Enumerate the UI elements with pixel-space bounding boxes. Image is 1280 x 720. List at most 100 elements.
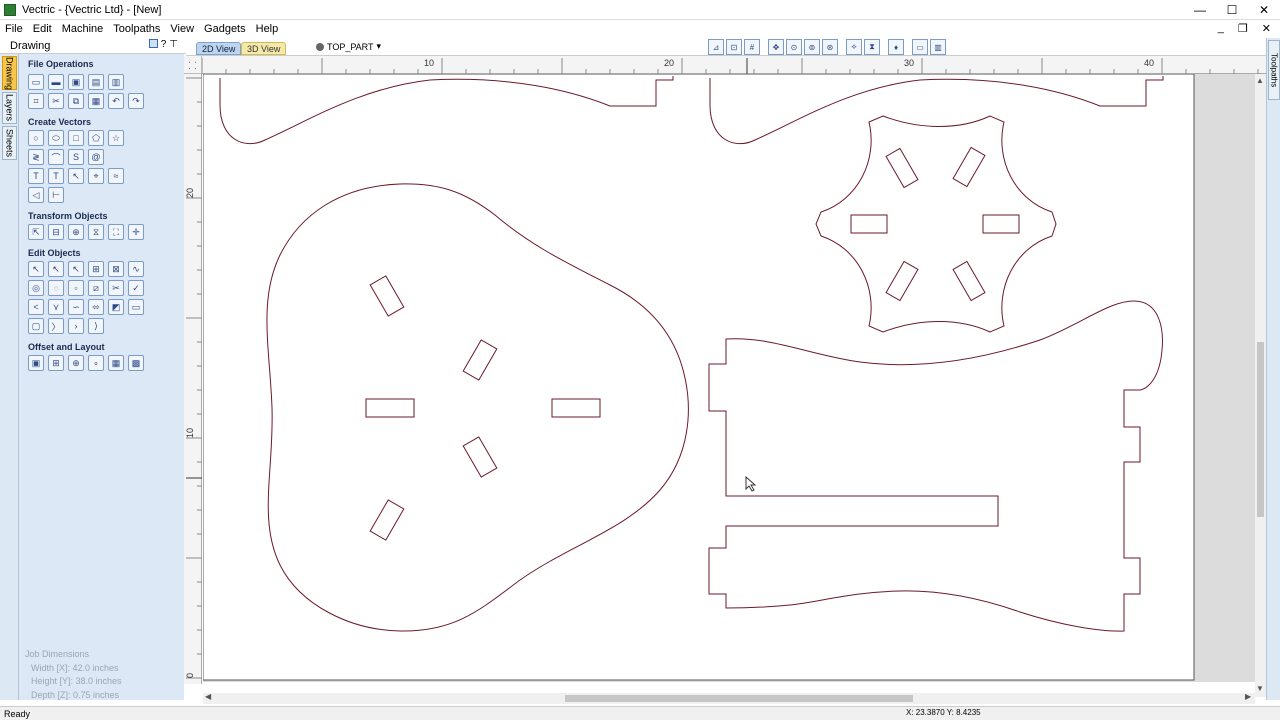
copy-along-vector-icon[interactable]: ∘: [88, 355, 104, 371]
toolpath-preview-icon[interactable]: ♦: [888, 39, 904, 55]
circle-icon[interactable]: ○: [28, 130, 44, 146]
menu-edit[interactable]: Edit: [28, 23, 57, 35]
tab-toolpaths[interactable]: Toolpaths: [1268, 40, 1280, 100]
maximize-button[interactable]: ☐: [1216, 0, 1248, 20]
mirror-icon[interactable]: ⧖: [88, 224, 104, 240]
group-icon[interactable]: ⊠: [108, 261, 124, 277]
close-button[interactable]: ✕: [1248, 0, 1280, 20]
drawing-canvas[interactable]: [203, 74, 1255, 682]
vertical-scrollbar[interactable]: ▲ ▼: [1255, 74, 1266, 697]
move-icon[interactable]: ⇱: [28, 224, 44, 240]
toggle-vectors-icon[interactable]: ⧗: [864, 39, 880, 55]
panel-layout-icon[interactable]: [148, 39, 158, 48]
curve-fit-icon[interactable]: ∽: [68, 299, 84, 315]
split-view-icon[interactable]: ▭: [912, 39, 928, 55]
scroll-down-icon[interactable]: ▼: [1256, 684, 1264, 693]
rectangle-icon[interactable]: □: [68, 130, 84, 146]
scroll-right-icon[interactable]: ▶: [1245, 692, 1251, 701]
curve-icon[interactable]: S: [68, 149, 84, 165]
text-icon[interactable]: T: [28, 168, 44, 184]
dimension-icon[interactable]: ◁: [28, 187, 44, 203]
polyline-icon[interactable]: ≷: [28, 149, 44, 165]
menu-machine[interactable]: Machine: [57, 23, 109, 35]
nest-parts-icon[interactable]: ▭: [128, 299, 144, 315]
arc-icon[interactable]: ⌒: [48, 149, 64, 165]
offset-icon[interactable]: ▣: [28, 355, 44, 371]
paste-icon[interactable]: ▦: [88, 93, 104, 109]
scissors-icon[interactable]: ✂: [108, 280, 124, 296]
doc-minimize-button[interactable]: _: [1213, 22, 1229, 35]
zoom-selected-icon[interactable]: ⊛: [822, 39, 838, 55]
align-icon[interactable]: ⊟: [48, 224, 64, 240]
minimize-button[interactable]: —: [1184, 0, 1216, 20]
ruler-origin-icon[interactable]: ⸬: [184, 56, 202, 74]
zoom-all-icon[interactable]: ⊚: [804, 39, 820, 55]
tab-3d-view[interactable]: 3D View: [241, 42, 287, 55]
menu-help[interactable]: Help: [251, 23, 284, 35]
tab-layers[interactable]: Layers: [2, 92, 17, 124]
import-bitmap-icon[interactable]: ▥: [108, 74, 124, 90]
offset-rounded-icon[interactable]: ▢: [28, 318, 44, 334]
spiral-icon[interactable]: @: [88, 149, 104, 165]
measure-icon[interactable]: ⊢: [48, 187, 64, 203]
doc-restore-button[interactable]: ❐: [1233, 22, 1253, 35]
snap-options-icon[interactable]: ⊿: [708, 39, 724, 55]
horizontal-scrollbar[interactable]: ◀ ▶: [203, 692, 1255, 704]
scale-icon[interactable]: ⛶: [108, 224, 124, 240]
open-file-icon[interactable]: ▬: [48, 74, 64, 90]
panel-help-icon[interactable]: ?: [161, 39, 167, 50]
cut-icon[interactable]: ✂: [48, 93, 64, 109]
copy-icon[interactable]: ⧉: [68, 93, 84, 109]
grid-toggle-icon[interactable]: #: [744, 39, 760, 55]
trim-icon[interactable]: ⧄: [88, 280, 104, 296]
select-icon[interactable]: ↖: [28, 261, 44, 277]
chevron-down-icon[interactable]: ▾: [377, 41, 382, 52]
nesting-icon[interactable]: ▦: [108, 355, 124, 371]
menu-toolpaths[interactable]: Toolpaths: [108, 23, 165, 35]
fillet-icon[interactable]: ⋎: [48, 299, 64, 315]
import-vectors-icon[interactable]: ▤: [88, 74, 104, 90]
dogbone-icon[interactable]: 〉: [48, 318, 64, 334]
tee-fillet-icon[interactable]: ›: [68, 318, 84, 334]
text-on-curve-icon[interactable]: ↖: [68, 168, 84, 184]
layout-options-icon[interactable]: ▥: [930, 39, 946, 55]
text-arc-icon[interactable]: ≈: [108, 168, 124, 184]
vector-validator-icon[interactable]: ∿: [128, 261, 144, 277]
center-icon[interactable]: ⊕: [68, 224, 84, 240]
auto-layout-text-icon[interactable]: ⌖: [88, 168, 104, 184]
create-boundary-icon[interactable]: ◩: [108, 299, 124, 315]
redo-icon[interactable]: ↷: [128, 93, 144, 109]
vertical-scroll-thumb[interactable]: [1257, 342, 1264, 517]
star-icon[interactable]: ☆: [108, 130, 124, 146]
layer-selector[interactable]: TOP_PART ▾: [316, 41, 381, 52]
extend-icon[interactable]: ⬄: [88, 299, 104, 315]
subtract-icon[interactable]: ◌: [48, 280, 64, 296]
doc-close-button[interactable]: ✕: [1257, 22, 1276, 35]
interactive-select-icon[interactable]: ⊞: [88, 261, 104, 277]
menu-file[interactable]: File: [0, 23, 28, 35]
job-setup-icon[interactable]: ⌗: [28, 93, 44, 109]
new-file-icon[interactable]: ▭: [28, 74, 44, 90]
ruler-toggle-icon[interactable]: ⊡: [726, 39, 742, 55]
ellipse-icon[interactable]: ⬭: [48, 130, 64, 146]
circular-array-icon[interactable]: ⊕: [68, 355, 84, 371]
zoom-box-icon[interactable]: ⊙: [786, 39, 802, 55]
tab-2d-view[interactable]: 2D View: [196, 42, 242, 55]
toggle-fill-icon[interactable]: ⟡: [846, 39, 862, 55]
undo-icon[interactable]: ↶: [108, 93, 124, 109]
text-box-icon[interactable]: T: [48, 168, 64, 184]
node-edit-icon[interactable]: ↖: [48, 261, 64, 277]
chamfer-icon[interactable]: ⟩: [88, 318, 104, 334]
polygon-icon[interactable]: ⬠: [88, 130, 104, 146]
set-origin-icon[interactable]: ✛: [128, 224, 144, 240]
smart-edit-icon[interactable]: ✓: [128, 280, 144, 296]
weld-icon[interactable]: ◎: [28, 280, 44, 296]
menu-gadgets[interactable]: Gadgets: [199, 23, 251, 35]
tab-drawing[interactable]: Drawing: [2, 56, 17, 90]
pan-icon[interactable]: ✥: [768, 39, 784, 55]
plates-icon[interactable]: ▩: [128, 355, 144, 371]
intersect-icon[interactable]: ▫: [68, 280, 84, 296]
save-file-icon[interactable]: ▣: [68, 74, 84, 90]
menu-view[interactable]: View: [165, 23, 199, 35]
horizontal-scroll-thumb[interactable]: [565, 695, 913, 702]
